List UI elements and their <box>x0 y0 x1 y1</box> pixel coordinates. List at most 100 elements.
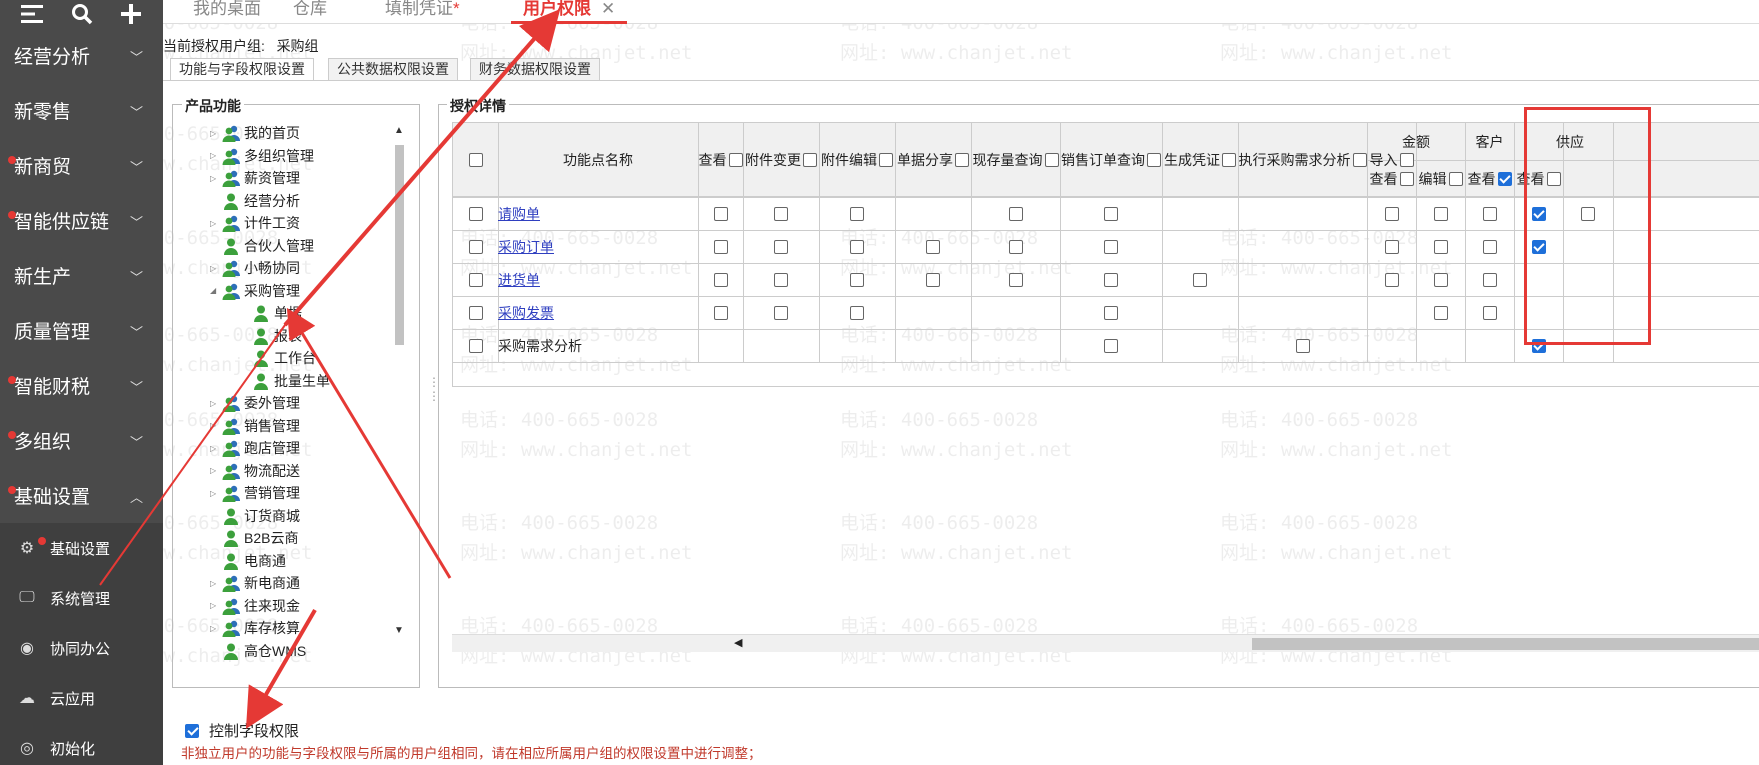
scroll-down-icon[interactable]: ▼ <box>394 625 404 636</box>
tree-node[interactable]: ▷ 销售管理 <box>210 415 390 438</box>
expand-icon[interactable]: ▷ <box>210 624 222 633</box>
tree-node[interactable]: 电商通 <box>210 550 390 573</box>
permission-checkbox[interactable] <box>1295 338 1310 353</box>
permission-checkbox[interactable] <box>1433 206 1448 221</box>
permission-checkbox[interactable] <box>1104 305 1118 320</box>
tree-node[interactable]: ▷ 新电商通 <box>210 572 390 595</box>
permission-checkbox[interactable] <box>926 239 940 254</box>
expand-icon[interactable]: ▷ <box>210 601 222 610</box>
control-field-checkbox[interactable] <box>185 723 199 738</box>
sidebar-item[interactable]: 经营分析 ﹀ <box>0 28 163 83</box>
permission-checkbox[interactable] <box>1531 338 1546 353</box>
tab-voucher-entry[interactable]: 填制凭证* <box>385 0 460 24</box>
permission-checkbox[interactable] <box>1104 338 1118 353</box>
permission-checkbox[interactable] <box>468 239 483 254</box>
tree-node[interactable]: ▷ 委外管理 <box>210 392 390 415</box>
permission-checkbox[interactable] <box>1384 239 1399 254</box>
chevron-icon[interactable]: ﹀ <box>130 212 143 231</box>
scroll-left-icon[interactable]: ◀ <box>734 636 742 649</box>
sidebar-subitem[interactable]: ⚙ 基础设置 <box>0 523 163 573</box>
tab-warehouse[interactable]: 仓库 <box>293 0 327 24</box>
tree-scrollbar[interactable]: ▲ ▼ <box>393 125 407 645</box>
tree-node[interactable]: 批量生单 <box>210 370 390 393</box>
permission-checkbox[interactable] <box>1384 272 1399 287</box>
permission-checkbox[interactable] <box>713 239 728 254</box>
permission-checkbox[interactable] <box>850 305 864 320</box>
permission-checkbox[interactable] <box>1482 239 1497 254</box>
permission-checkbox[interactable] <box>1531 239 1546 254</box>
tree-node[interactable]: ▷ 小畅协同 <box>210 257 390 280</box>
tree-node[interactable]: B2B云商 <box>210 527 390 550</box>
permission-checkbox[interactable] <box>955 153 969 167</box>
tree-node[interactable]: 订货商城 <box>210 505 390 528</box>
permission-checkbox[interactable] <box>850 206 864 221</box>
permission-checkbox[interactable] <box>468 206 483 221</box>
close-icon[interactable]: ✕ <box>601 0 615 18</box>
tree-node[interactable]: 报表 <box>210 325 390 348</box>
permission-checkbox[interactable] <box>774 305 788 320</box>
tree-node[interactable]: ▷ 往来现金 <box>210 595 390 618</box>
chevron-icon[interactable]: ﹀ <box>130 377 143 396</box>
sidebar-item[interactable]: 新商贸 ﹀ <box>0 138 163 193</box>
tree-node[interactable]: ▷ 我的首页 <box>210 122 390 145</box>
expand-icon[interactable]: ▷ <box>210 444 222 453</box>
permission-checkbox[interactable] <box>1497 171 1512 186</box>
permission-checkbox[interactable] <box>713 272 728 287</box>
subtab-finance-data[interactable]: 财务数据权限设置 <box>470 58 600 81</box>
expand-icon[interactable]: ▷ <box>210 466 222 475</box>
chevron-icon[interactable]: ﹀ <box>130 322 143 341</box>
tree-node[interactable]: 经营分析 <box>210 190 390 213</box>
permission-checkbox[interactable] <box>774 239 788 254</box>
function-link[interactable]: 采购发票 <box>498 303 554 323</box>
permission-checkbox[interactable] <box>1104 239 1118 254</box>
control-field-option[interactable]: 控制字段权限 <box>185 720 299 741</box>
permission-checkbox[interactable] <box>468 272 483 287</box>
menu-icon[interactable] <box>20 3 46 25</box>
permission-checkbox[interactable] <box>1581 206 1595 221</box>
expand-icon[interactable]: ▷ <box>210 489 222 498</box>
permission-checkbox[interactable] <box>1433 239 1448 254</box>
splitter-handle[interactable]: ⋮ ⋮ <box>428 375 440 403</box>
tree-node[interactable]: ▷ 库存核算 <box>210 617 390 640</box>
grid-hscrollbar[interactable]: ◀ <box>452 634 1759 652</box>
expand-icon[interactable]: ▷ <box>210 151 222 160</box>
chevron-icon[interactable]: ﹀ <box>130 432 143 451</box>
sidebar-item[interactable]: 智能财税 ﹀ <box>0 358 163 413</box>
sidebar-item[interactable]: 新生产 ﹀ <box>0 248 163 303</box>
permission-checkbox[interactable] <box>713 206 728 221</box>
permission-checkbox[interactable] <box>1222 153 1236 167</box>
permission-checkbox[interactable] <box>1384 206 1399 221</box>
expand-icon[interactable]: ▷ <box>210 579 222 588</box>
permission-checkbox[interactable] <box>774 272 788 287</box>
tab-my-desktop[interactable]: 我的桌面 <box>193 0 261 24</box>
scroll-thumb[interactable] <box>395 145 404 345</box>
permission-checkbox[interactable] <box>1546 171 1561 186</box>
permission-checkbox[interactable] <box>1008 272 1023 287</box>
tree-node[interactable]: ▷ 营销管理 <box>210 482 390 505</box>
add-icon[interactable] <box>118 3 144 25</box>
search-icon[interactable] <box>69 3 95 25</box>
permission-checkbox[interactable] <box>713 305 728 320</box>
permission-checkbox[interactable] <box>774 206 788 221</box>
permission-checkbox[interactable] <box>1008 206 1023 221</box>
permission-checkbox[interactable] <box>1531 206 1546 221</box>
permission-checkbox[interactable] <box>926 272 940 287</box>
permission-checkbox[interactable] <box>1104 206 1118 221</box>
hscroll-thumb[interactable] <box>1252 638 1759 650</box>
expand-icon[interactable]: ▷ <box>210 399 222 408</box>
function-link[interactable]: 采购订单 <box>498 237 554 257</box>
permission-checkbox[interactable] <box>468 305 483 320</box>
expand-icon[interactable]: ◢ <box>210 286 222 295</box>
sidebar-item[interactable]: 质量管理 ﹀ <box>0 303 163 358</box>
permission-checkbox[interactable] <box>468 153 483 167</box>
expand-icon[interactable]: ▷ <box>210 174 222 183</box>
sidebar-subitem[interactable]: ☁ 云应用 <box>0 673 163 723</box>
permission-checkbox[interactable] <box>468 338 483 353</box>
function-link[interactable]: 进货单 <box>498 270 540 290</box>
expand-icon[interactable]: ▷ <box>210 129 222 138</box>
permission-checkbox[interactable] <box>850 272 864 287</box>
tree-node[interactable]: 工作台 <box>210 347 390 370</box>
permission-checkbox[interactable] <box>1008 239 1023 254</box>
function-link[interactable]: 请购单 <box>498 204 540 224</box>
permission-checkbox[interactable] <box>1104 272 1118 287</box>
